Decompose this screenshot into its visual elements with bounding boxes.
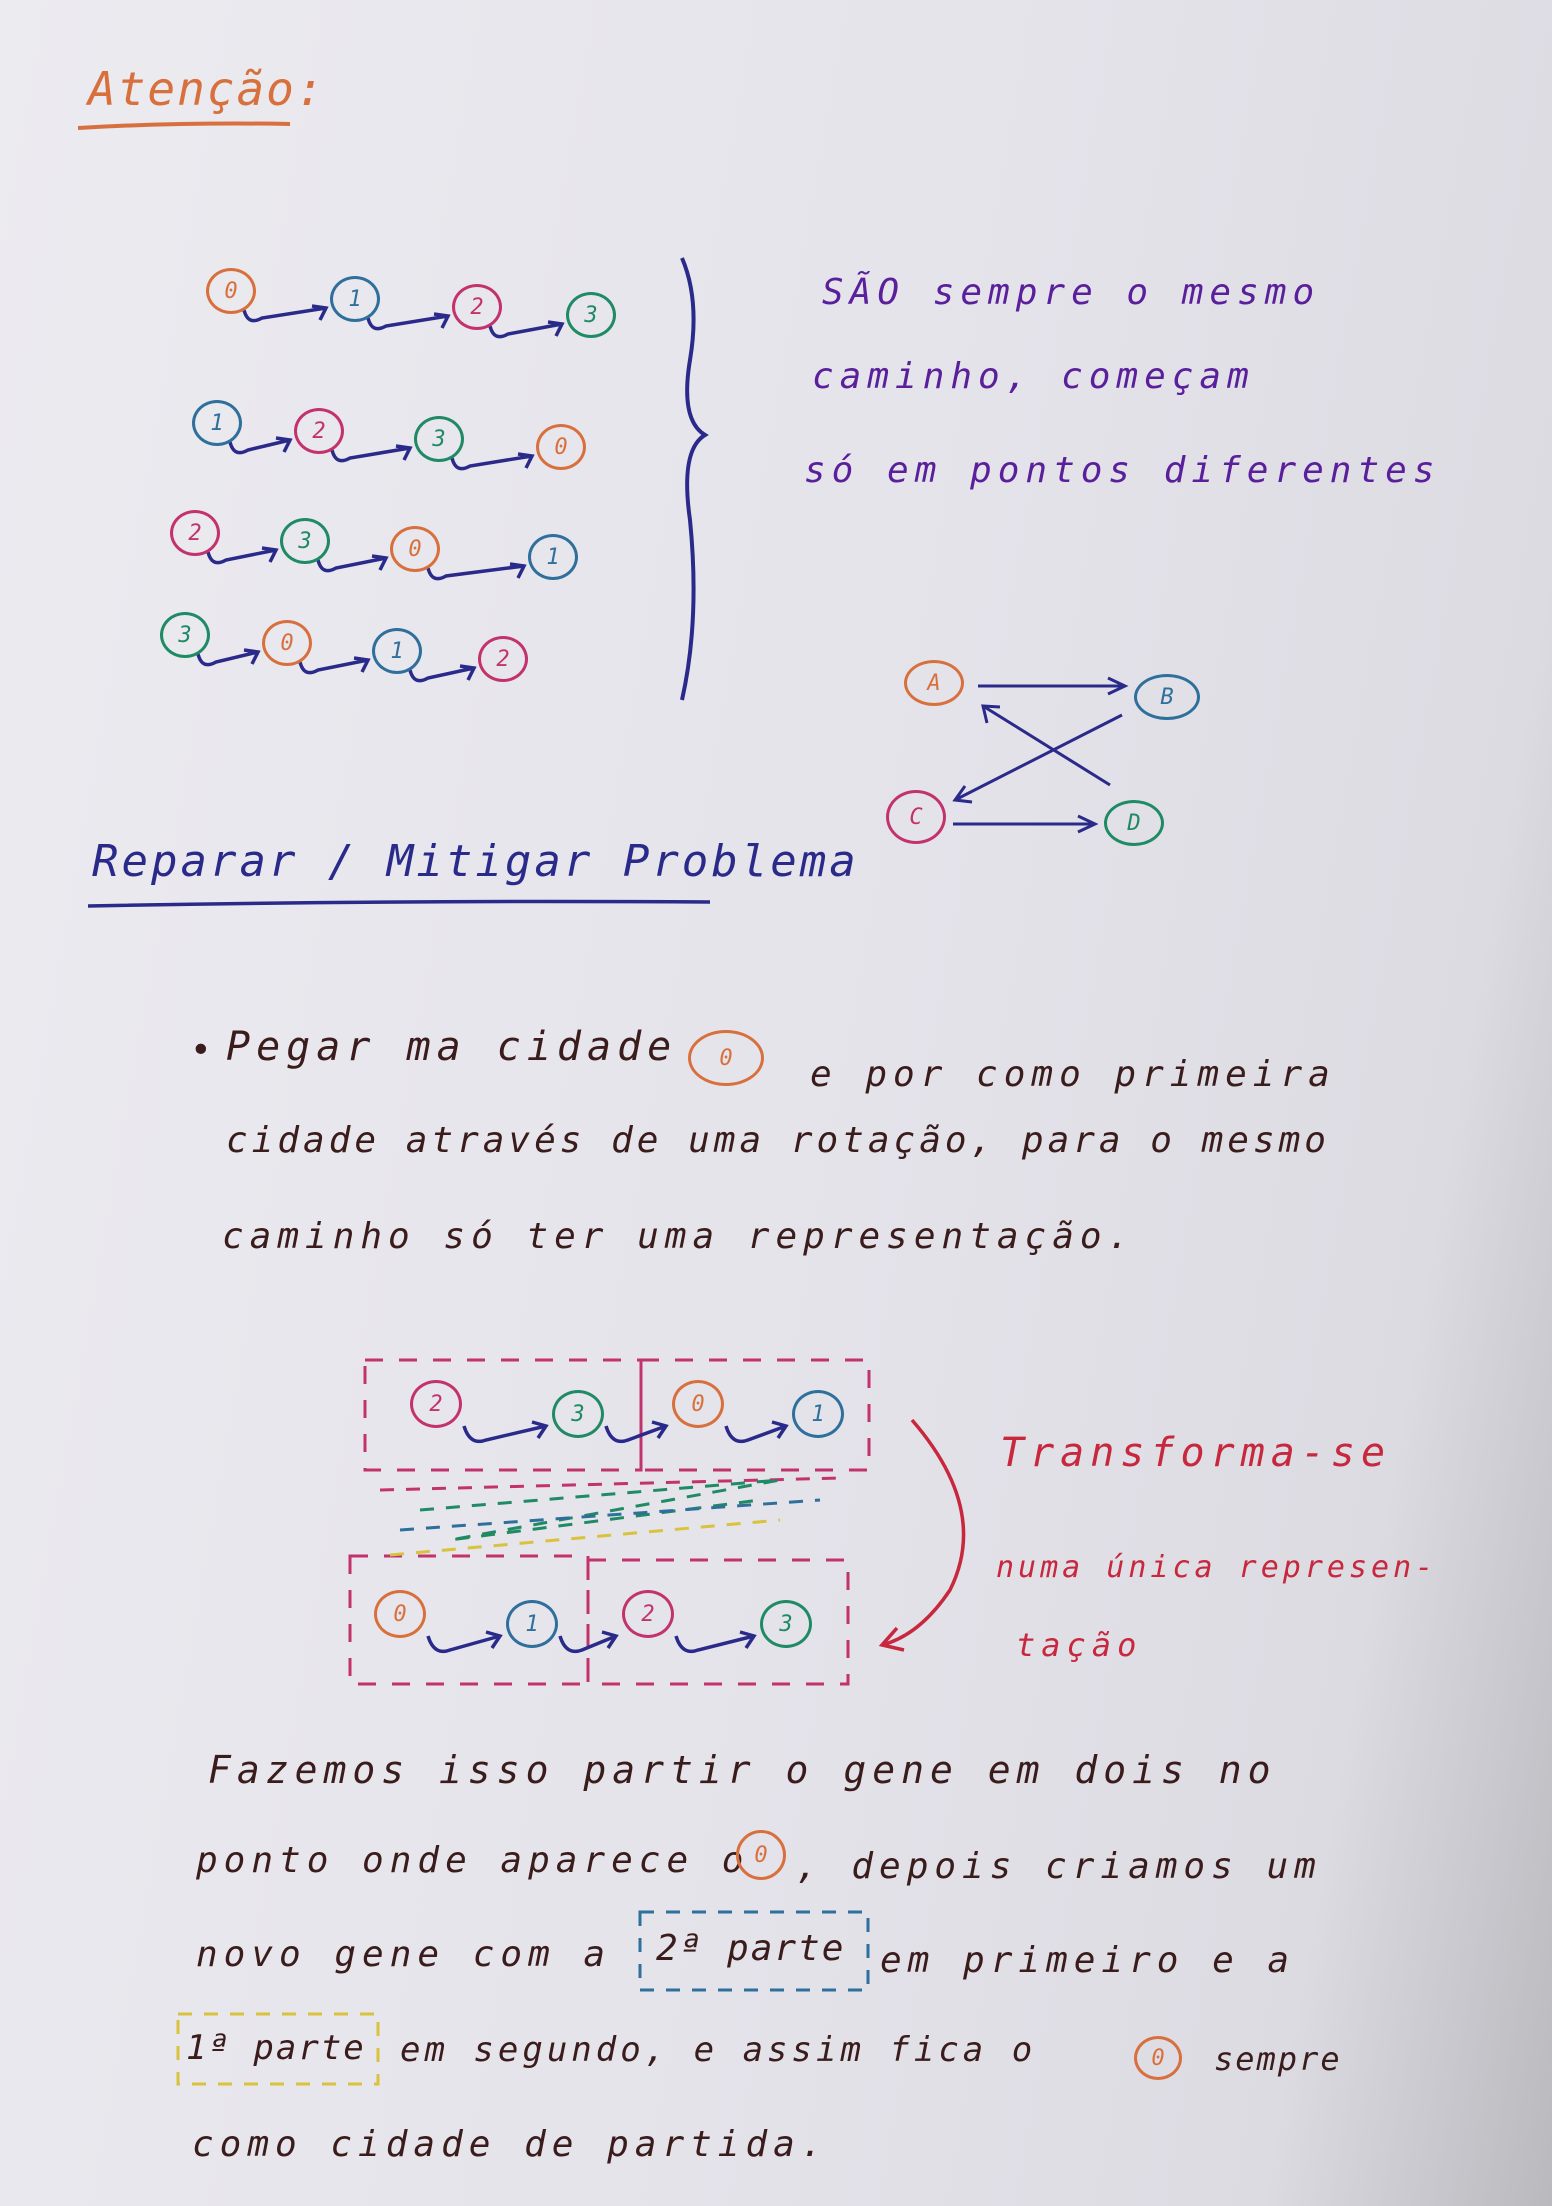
diagram-node-bottom: 0 [374,1590,426,1638]
diagram-node-bottom: 1 [506,1600,558,1648]
diagram-arrow [674,1634,755,1654]
notebook-page: Atenção: 0123123023013 0 1 2 SÃO sempre … [0,0,1552,2206]
para-line-3b: em primeiro e a [880,1940,1296,1981]
diagram-node-top: 1 [792,1390,844,1438]
para-line-3a: novo gene com a [196,1934,612,1975]
transform-label-3: tação [1016,1626,1143,1664]
para-circle-2: 0 [1134,2036,1182,2080]
para-line-2b: , depois criamos um [796,1846,1322,1887]
diagram-node-top: 2 [410,1380,462,1428]
diagram-arrow [426,1634,501,1654]
para-line-3-box: 2ª parte [656,1928,846,1969]
transform-label-1: Transforma-se [1000,1430,1392,1476]
diagram-node-bottom: 3 [760,1600,812,1648]
diagram-node-bottom: 2 [622,1590,674,1638]
para-line-5: como cidade de partida. [192,2124,829,2165]
para-line-4b: sempre [1214,2040,1342,2078]
diagram-arrow [462,1424,547,1444]
para-line-2a: ponto onde aparece o [196,1840,750,1881]
diagram-arrow [558,1634,617,1654]
diagram-arrow [724,1424,787,1444]
para-circle-1: 0 [736,1830,786,1880]
transform-label-2: numa única represen- [996,1550,1438,1585]
diagram-node-top: 3 [552,1390,604,1438]
diagram-node-top: 0 [672,1380,724,1428]
para-line-4-box: 1ª parte [186,2028,366,2068]
para-line-4a: em segundo, e assim fica o [400,2030,1037,2070]
diagram-arrow [604,1424,667,1444]
para-line-1: Fazemos isso partir o gene em dois no [208,1748,1277,1792]
